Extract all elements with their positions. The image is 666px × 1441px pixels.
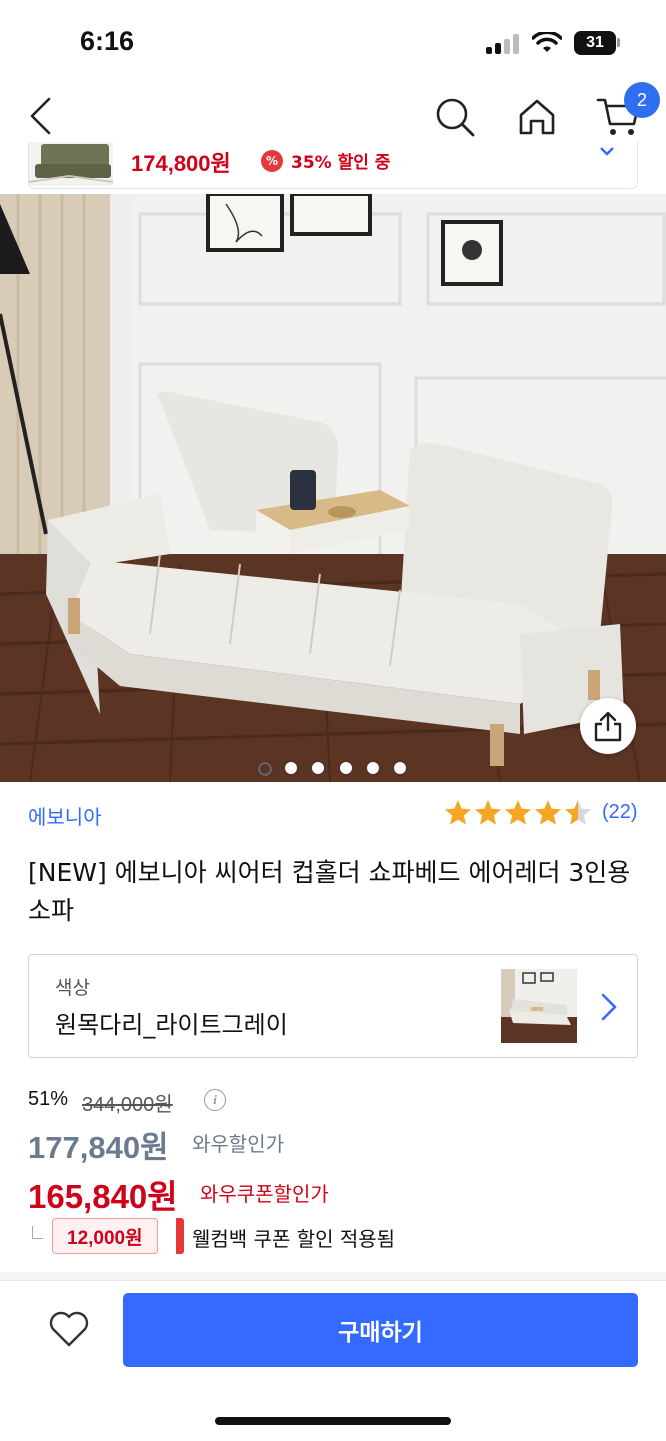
- search-button[interactable]: [432, 94, 478, 140]
- wishlist-button[interactable]: [44, 1304, 94, 1354]
- buy-button[interactable]: 구매하기: [123, 1293, 638, 1367]
- gallery-dot-1[interactable]: [258, 762, 272, 776]
- rating-stars[interactable]: [444, 798, 596, 828]
- coupon-price-label: 와우쿠폰할인가: [200, 1182, 329, 1206]
- coupon-amount-tag: 12,000원: [52, 1218, 158, 1254]
- wifi-icon: [532, 32, 562, 52]
- wow-price-label: 와우할인가: [192, 1132, 284, 1156]
- battery-icon: 31: [574, 31, 616, 55]
- coupon-price: 165,840원: [28, 1178, 178, 1215]
- status-time: 6:16: [80, 26, 135, 56]
- gallery-dot-4[interactable]: [340, 762, 352, 774]
- mini-discount-text: 35% 할인 중: [291, 153, 391, 173]
- home-button[interactable]: [514, 94, 560, 140]
- battery-level: 31: [586, 34, 604, 51]
- mini-price-banner[interactable]: 174,800원 % 35% 할인 중: [28, 142, 638, 189]
- signal-icon: [486, 34, 522, 54]
- home-indicator: [215, 1417, 451, 1425]
- home-icon: [519, 99, 555, 135]
- chevron-left-icon: [30, 97, 51, 135]
- option-value: 원목다리_라이트그레이: [55, 1011, 288, 1039]
- mini-price: 174,800원: [131, 151, 231, 176]
- wow-price: 177,840원: [28, 1130, 169, 1165]
- battery-cap: [617, 38, 620, 47]
- product-title: [NEW] 에보니아 씨어터 컵홀더 쇼파베드 에어레더 3인용소파: [28, 858, 631, 925]
- coupon-tag-notch: [176, 1218, 184, 1254]
- brand-link[interactable]: 에보니아: [28, 801, 102, 830]
- discount-badge-icon: %: [261, 150, 283, 172]
- gallery-dot-6[interactable]: [394, 762, 406, 774]
- product-image[interactable]: [0, 194, 666, 782]
- option-selector[interactable]: 색상 원목다리_라이트그레이: [28, 954, 638, 1058]
- gallery-dot-2[interactable]: [285, 762, 297, 774]
- gallery-dot-5[interactable]: [367, 762, 379, 774]
- review-count[interactable]: (22): [602, 801, 638, 824]
- section-divider: [0, 1272, 666, 1280]
- cart-count-badge: 2: [624, 82, 660, 118]
- mini-product-thumbnail: [29, 142, 114, 186]
- heart-icon: [49, 1311, 89, 1347]
- sub-item-indent-icon: [32, 1226, 43, 1239]
- coupon-description: 웰컴백 쿠폰 할인 적용됨: [192, 1227, 396, 1251]
- sofa-photo: [0, 194, 666, 782]
- star-rating-icon: [445, 800, 591, 825]
- chevron-down-icon: [600, 147, 614, 156]
- share-button[interactable]: [580, 698, 636, 754]
- chevron-right-icon: [601, 993, 617, 1021]
- search-icon: [436, 98, 475, 137]
- info-icon[interactable]: i: [204, 1089, 226, 1111]
- back-button[interactable]: [20, 94, 60, 138]
- discount-rate: 51%: [28, 1088, 69, 1110]
- share-icon: [594, 711, 622, 742]
- gallery-dot-3[interactable]: [312, 762, 324, 774]
- option-thumbnail: [501, 969, 577, 1043]
- option-label: 색상: [55, 977, 90, 999]
- original-price: 344,000원: [82, 1094, 173, 1116]
